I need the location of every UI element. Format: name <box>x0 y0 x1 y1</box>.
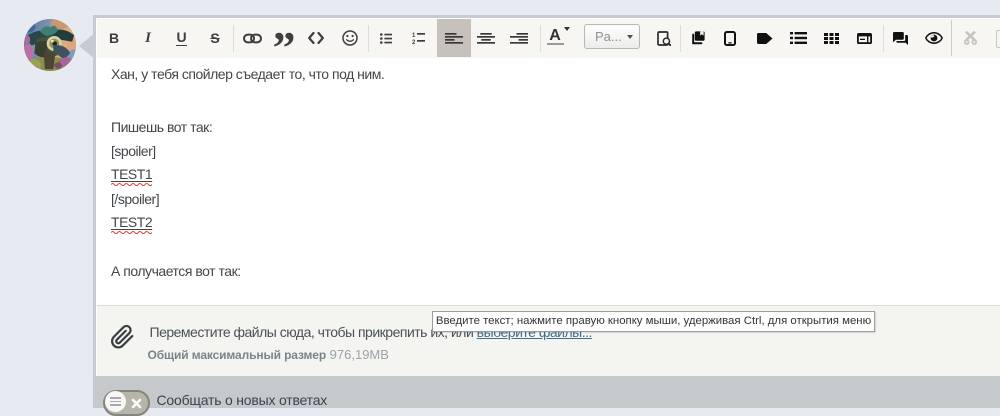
svg-text:1: 1 <box>412 33 416 39</box>
svg-text:2: 2 <box>412 40 416 44</box>
